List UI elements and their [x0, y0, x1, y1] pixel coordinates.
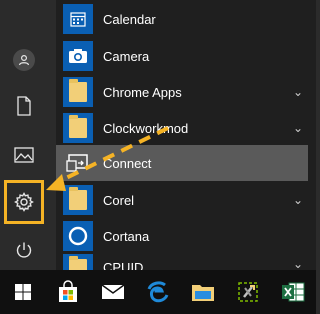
start-button[interactable] [0, 270, 45, 314]
connect-icon [63, 148, 93, 178]
app-label: Connect [103, 155, 152, 171]
list-item-clockworkmod[interactable]: Clockworkmod ⌄ [56, 110, 308, 146]
store-icon [58, 280, 77, 302]
documents-button[interactable] [0, 82, 48, 130]
edge-icon [147, 281, 169, 303]
app-label: Calendar [103, 11, 156, 27]
app-label: Clockworkmod [103, 120, 189, 136]
taskbar-mail-button[interactable] [90, 270, 135, 314]
taskbar-store-button[interactable] [45, 270, 90, 314]
user-account-button[interactable] [0, 36, 48, 84]
app-label: Camera [103, 48, 150, 64]
app-label: Cortana [103, 228, 150, 244]
list-item-chrome-apps[interactable]: Chrome Apps ⌄ [56, 74, 308, 110]
chevron-down-icon[interactable]: ⌄ [290, 257, 306, 270]
document-icon [17, 96, 31, 116]
excel-icon [282, 282, 305, 302]
taskbar-file-explorer-button[interactable] [181, 270, 226, 314]
app-label: Chrome Apps [103, 84, 182, 100]
taskbar-excel-button[interactable] [271, 270, 316, 314]
list-item-cpuid[interactable]: CPUID ⌄ [56, 254, 308, 270]
taskbar-edge-button[interactable] [135, 270, 180, 314]
power-icon [16, 242, 32, 258]
taskbar-tools-button[interactable] [226, 270, 271, 314]
tools-icon [238, 282, 259, 302]
taskbar [0, 270, 316, 314]
app-label: Corel [103, 192, 135, 208]
list-item-cortana[interactable]: Cortana [56, 218, 308, 254]
settings-highlight-box [4, 180, 44, 224]
folder-icon [63, 254, 93, 270]
calendar-icon [63, 4, 93, 34]
windows-start-icon [14, 284, 31, 300]
chevron-down-icon[interactable]: ⌄ [290, 193, 306, 207]
pictures-icon [14, 147, 34, 163]
start-rail [0, 0, 48, 270]
folder-icon [63, 185, 93, 215]
folder-icon [63, 113, 93, 143]
pictures-button[interactable] [0, 131, 48, 179]
list-item-calendar[interactable]: Calendar [56, 1, 308, 37]
folder-icon [63, 77, 93, 107]
user-icon [13, 49, 35, 71]
cortana-icon [63, 221, 93, 251]
list-item-camera[interactable]: Camera [56, 38, 308, 74]
mail-icon [101, 284, 125, 299]
camera-icon [63, 41, 93, 71]
app-label: CPUID [103, 260, 144, 270]
list-item-corel[interactable]: Corel ⌄ [56, 182, 308, 218]
chevron-down-icon[interactable]: ⌄ [290, 121, 306, 135]
chevron-down-icon[interactable]: ⌄ [290, 85, 306, 99]
file-explorer-icon [192, 285, 215, 301]
power-button[interactable] [0, 226, 48, 274]
app-list: Calendar Camera Chrome Apps ⌄ Clockworkm… [56, 0, 316, 270]
list-item-connect[interactable]: Connect [56, 145, 308, 181]
